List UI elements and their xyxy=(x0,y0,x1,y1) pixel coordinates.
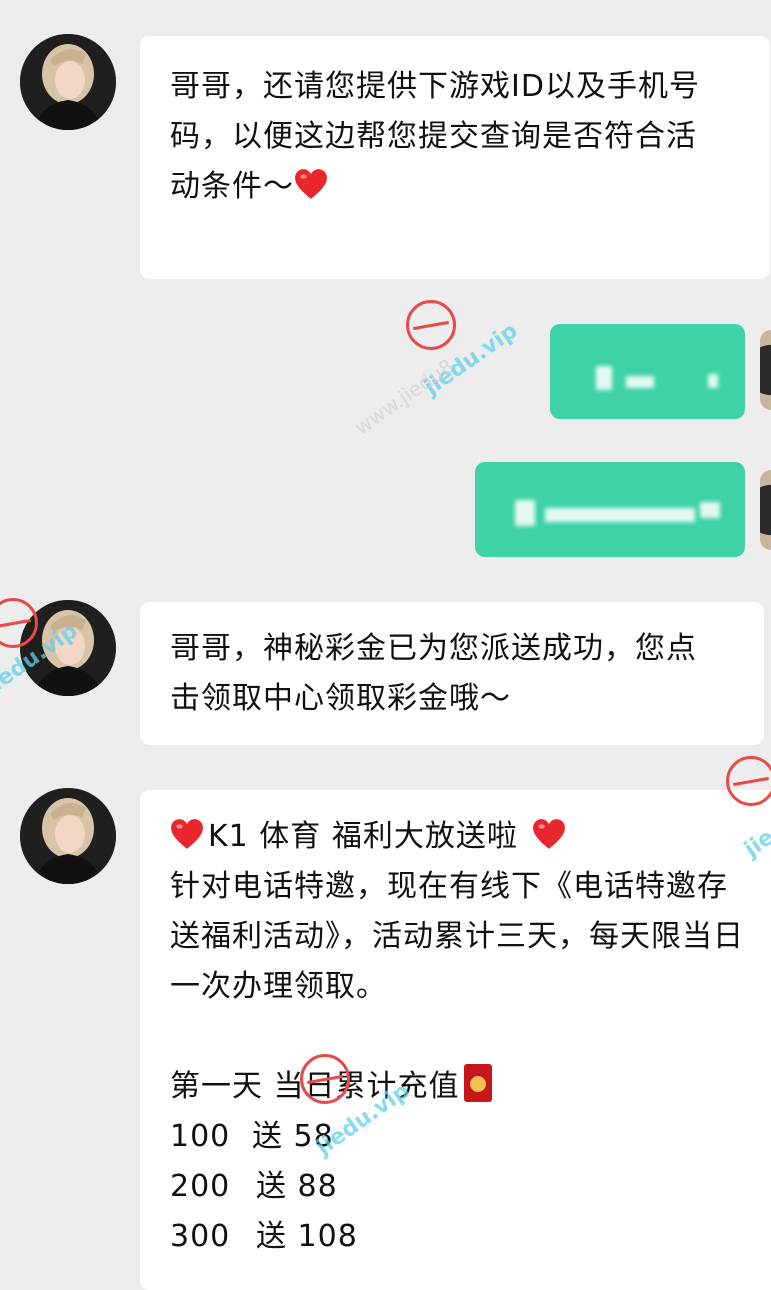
tier-row: 100 送 58 xyxy=(170,1112,771,1162)
message-line: 针对电话特邀，现在有线下《电话特邀存 xyxy=(170,869,728,904)
heart-emoji-icon xyxy=(532,819,565,849)
user-avatar[interactable] xyxy=(760,330,771,410)
watermark-logo-icon xyxy=(406,300,456,350)
watermark-text: www.jiedu8 xyxy=(350,353,459,440)
tier-amount: 300 xyxy=(170,1219,231,1254)
day-title: 第一天 当日累计充值 xyxy=(170,1069,460,1104)
redaction-mark xyxy=(708,374,718,388)
outgoing-message-redacted xyxy=(475,462,745,557)
tier-row: 300 送 108 xyxy=(170,1212,771,1262)
watermark-text: jiedu.vip xyxy=(420,318,523,401)
heart-emoji-icon xyxy=(295,169,327,199)
promo-title: K1 体育 福利大放送啦 xyxy=(208,819,518,854)
redaction-mark xyxy=(700,502,720,518)
incoming-message: 哥哥，神秘彩金已为您派送成功，您点 击领取中心领取彩金哦～ xyxy=(140,602,764,745)
tier-amount: 100 xyxy=(170,1119,231,1154)
heart-emoji-icon xyxy=(171,819,203,849)
user-avatar[interactable] xyxy=(760,470,771,550)
redaction-mark xyxy=(626,376,654,388)
tier-amount: 200 xyxy=(170,1169,231,1204)
red-envelope-icon xyxy=(463,1064,492,1102)
incoming-message: 哥哥，还请您提供下游戏ID以及手机号 码，以便这边帮您提交查询是否符合活 动条件… xyxy=(140,36,770,279)
tier-bonus: 送 58 xyxy=(252,1119,334,1154)
message-line: 动条件～ xyxy=(170,169,294,204)
message-line: 哥哥，还请您提供下游戏ID以及手机号 xyxy=(170,69,700,104)
contact-avatar[interactable] xyxy=(20,34,116,130)
contact-avatar[interactable] xyxy=(20,600,116,696)
tier-bonus: 送 108 xyxy=(256,1219,358,1254)
redaction-mark xyxy=(545,508,695,522)
redaction-mark xyxy=(515,500,535,526)
tier-row: 200 送 88 xyxy=(170,1162,771,1212)
redaction-mark xyxy=(596,366,612,390)
message-line: 送福利活动》，活动累计三天，每天限当日 xyxy=(170,919,744,954)
message-line: 击领取中心领取彩金哦～ xyxy=(170,681,511,716)
outgoing-message-redacted xyxy=(550,324,745,419)
message-line: 哥哥，神秘彩金已为您派送成功，您点 xyxy=(170,631,697,666)
message-line: 一次办理领取。 xyxy=(170,969,387,1004)
tier-bonus: 送 88 xyxy=(256,1169,338,1204)
message-line: 码，以便这边帮您提交查询是否符合活 xyxy=(170,119,697,154)
contact-avatar[interactable] xyxy=(20,788,116,884)
incoming-message: K1 体育 福利大放送啦 针对电话特邀，现在有线下《电话特邀存 送福利活动》，活… xyxy=(140,790,771,1290)
